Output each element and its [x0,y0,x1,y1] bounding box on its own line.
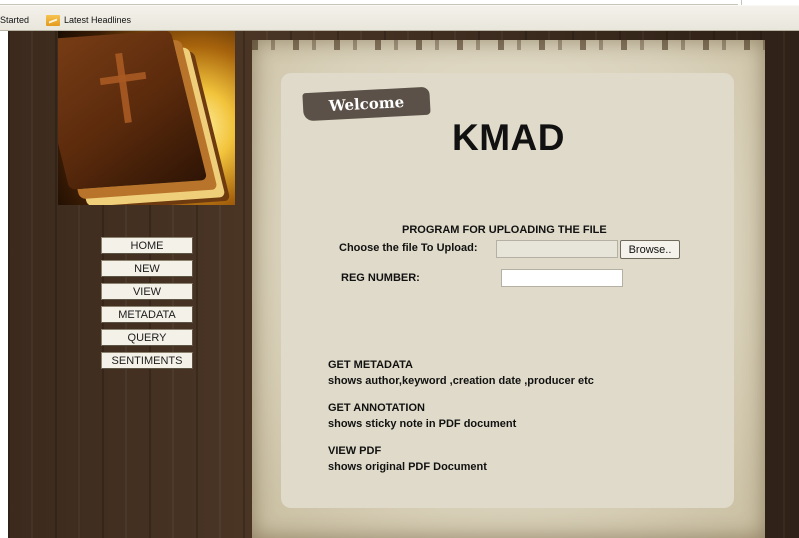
bible-image [58,31,235,205]
nav-home-button[interactable]: HOME [101,237,193,254]
info-description: shows author,keyword ,creation date ,pro… [328,375,594,387]
reg-number-input[interactable] [501,269,623,287]
nav-sentiments-button[interactable]: SENTIMENTS [101,352,193,369]
info-get-metadata: GET METADATA shows author,keyword ,creat… [328,357,594,389]
file-path-field[interactable] [496,240,618,258]
address-bar-edge [0,4,738,5]
bookmark-started[interactable]: Started [0,15,29,25]
info-heading: GET ANNOTATION [328,402,425,414]
bookmark-latest-headlines[interactable]: Latest Headlines [64,15,131,25]
browse-button[interactable]: Browse.. [620,240,680,259]
page-margin [0,31,8,538]
main-nav: HOME NEW VIEW METADATA QUERY SENTIMENTS [101,237,195,375]
book-cover [58,31,208,190]
rss-feed-icon[interactable] [46,15,60,26]
nav-view-button[interactable]: VIEW [101,283,193,300]
file-upload-label: Choose the file To Upload: [339,242,478,254]
info-heading: VIEW PDF [328,445,382,457]
nav-metadata-button[interactable]: METADATA [101,306,193,323]
upload-heading: PROGRAM FOR UPLOADING THE FILE [402,224,607,236]
info-get-annotation: GET ANNOTATION shows sticky note in PDF … [328,400,516,432]
info-view-pdf: VIEW PDF shows original PDF Document [328,443,487,475]
toolbar-separator [741,0,799,5]
nav-query-button[interactable]: QUERY [101,329,193,346]
info-description: shows original PDF Document [328,461,487,473]
info-heading: GET METADATA [328,359,413,371]
page-title: KMAD [452,117,565,158]
nav-new-button[interactable]: NEW [101,260,193,277]
info-description: shows sticky note in PDF document [328,418,517,430]
bookmarks-toolbar: Started Latest Headlines [0,0,799,31]
reg-number-label: REG NUMBER: [341,272,420,284]
